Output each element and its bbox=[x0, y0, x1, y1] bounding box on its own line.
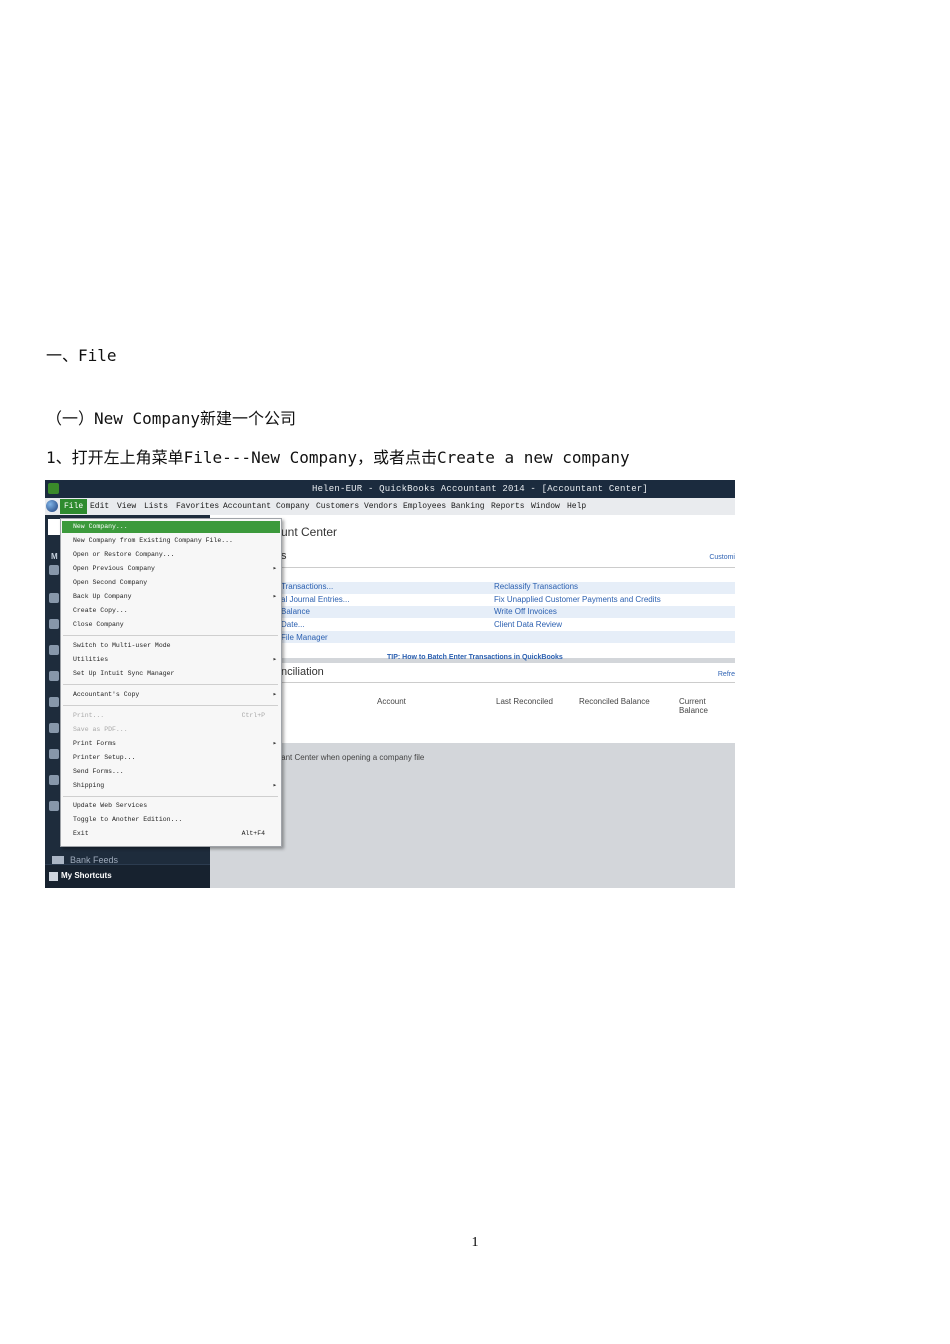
menu-utilities[interactable]: Utilities bbox=[73, 656, 108, 663]
menu-open-second[interactable]: Open Second Company bbox=[73, 579, 147, 586]
menu-accountants-copy[interactable]: Accountant's Copy bbox=[73, 691, 139, 698]
menu-reports[interactable]: Reports bbox=[491, 502, 525, 511]
window-title: Helen-EUR - QuickBooks Accountant 2014 -… bbox=[311, 484, 649, 494]
col-account: Account bbox=[377, 697, 406, 706]
my-shortcuts-bar[interactable]: My Shortcuts bbox=[45, 864, 210, 888]
menu-send-forms[interactable]: Send Forms... bbox=[73, 768, 124, 775]
menu-accountant[interactable]: Accountant bbox=[223, 502, 271, 511]
menu-customers[interactable]: Customers bbox=[316, 502, 359, 511]
menu-shipping[interactable]: Shipping bbox=[73, 782, 104, 789]
menu-separator bbox=[63, 635, 278, 636]
menu-switch-multiuser[interactable]: Switch to Multi-user Mode bbox=[73, 642, 171, 649]
submenu-arrow-icon: ▸ bbox=[272, 565, 277, 573]
menu-favorites[interactable]: Favorites bbox=[176, 502, 219, 511]
menu-close-company[interactable]: Close Company bbox=[73, 621, 124, 628]
menu-create-copy[interactable]: Create Copy... bbox=[73, 607, 128, 614]
docs-icon[interactable] bbox=[49, 723, 59, 733]
menu-new-company-from-existing[interactable]: New Company from Existing Company File..… bbox=[73, 537, 233, 544]
tool-link[interactable]: Transactions... bbox=[281, 582, 333, 591]
submenu-arrow-icon: ▸ bbox=[272, 740, 277, 748]
startup-option-text: untant Center when opening a company fil… bbox=[270, 753, 425, 762]
menu-exit[interactable]: Exit bbox=[73, 830, 89, 837]
shortcuts-icon bbox=[49, 872, 58, 881]
exit-shortcut: Alt+F4 bbox=[241, 830, 265, 837]
search-box[interactable] bbox=[48, 519, 60, 535]
menu-help[interactable]: Help bbox=[567, 502, 586, 511]
tip-link[interactable]: TIP: How to Batch Enter Transactions in … bbox=[387, 654, 563, 661]
menu-view[interactable]: View bbox=[117, 502, 136, 511]
menu-toggle-edition[interactable]: Toggle to Another Edition... bbox=[73, 816, 182, 823]
menu-separator bbox=[63, 796, 278, 797]
vendors-icon[interactable] bbox=[49, 671, 59, 681]
menu-printer-setup[interactable]: Printer Setup... bbox=[73, 754, 135, 761]
customers-icon[interactable] bbox=[49, 645, 59, 655]
menu-window[interactable]: Window bbox=[531, 502, 560, 511]
menu-open-restore[interactable]: Open or Restore Company... bbox=[73, 551, 174, 558]
snapshot-icon[interactable] bbox=[49, 619, 59, 629]
section-heading: 一、File bbox=[46, 346, 117, 365]
page-number: 1 bbox=[471, 1235, 479, 1250]
menu-lists[interactable]: Lists bbox=[144, 502, 168, 511]
accountant-center: unt Center s Customi Transactions... al … bbox=[210, 515, 735, 888]
col-last-reconciled: Last Reconciled bbox=[496, 697, 553, 706]
menu-save-pdf: Save as PDF... bbox=[73, 726, 128, 733]
apps-icon[interactable] bbox=[49, 775, 59, 785]
tool-link[interactable]: Fix Unapplied Customer Payments and Cred… bbox=[494, 595, 661, 604]
print-shortcut: Ctrl+P bbox=[241, 712, 265, 719]
calendar-icon[interactable] bbox=[49, 593, 59, 603]
menu-banking[interactable]: Banking bbox=[451, 502, 485, 511]
file-menu-dropdown: New Company... New Company from Existing… bbox=[60, 518, 282, 847]
window-title-bar: Helen-EUR - QuickBooks Accountant 2014 -… bbox=[45, 480, 735, 498]
refresh-link[interactable]: Refre bbox=[718, 671, 735, 678]
submenu-arrow-icon: ▸ bbox=[272, 593, 277, 601]
tool-link[interactable]: Client Data Review bbox=[494, 620, 562, 629]
tool-link[interactable]: Write Off Invoices bbox=[494, 607, 557, 616]
menu-company[interactable]: Company bbox=[276, 502, 310, 511]
tool-link[interactable]: Reclassify Transactions bbox=[494, 582, 578, 591]
menu-separator bbox=[63, 705, 278, 706]
menu-update-web-services[interactable]: Update Web Services bbox=[73, 802, 147, 809]
employees-icon[interactable] bbox=[49, 697, 59, 707]
my-shortcuts-label: My Shortcuts bbox=[61, 871, 112, 880]
menu-new-company[interactable]: New Company... bbox=[62, 521, 280, 533]
tool-link[interactable]: File Manager bbox=[281, 633, 328, 642]
menu-edit[interactable]: Edit bbox=[90, 502, 109, 511]
subsection-heading: （一）New Company新建一个公司 bbox=[46, 409, 296, 428]
reports-icon[interactable] bbox=[49, 749, 59, 759]
col-current-balance: Current Balance bbox=[679, 697, 708, 715]
submenu-arrow-icon: ▸ bbox=[272, 691, 277, 699]
menu-sync-manager[interactable]: Set Up Intuit Sync Manager bbox=[73, 670, 174, 677]
globe-icon bbox=[46, 500, 58, 512]
menu-bar: File Edit View Lists Favorites Accountan… bbox=[45, 498, 735, 516]
services-icon[interactable] bbox=[49, 801, 59, 811]
menu-employees[interactable]: Employees bbox=[403, 502, 446, 511]
reconciliation-header: nciliation bbox=[281, 666, 324, 678]
home-icon[interactable] bbox=[49, 565, 59, 575]
menu-file[interactable]: File bbox=[60, 499, 88, 514]
tool-link[interactable]: al Journal Entries... bbox=[281, 595, 349, 604]
center-header: unt Center bbox=[210, 515, 735, 546]
center-title: unt Center bbox=[281, 525, 338, 539]
menu-back-up[interactable]: Back Up Company bbox=[73, 593, 132, 600]
col-reconciled-balance: Reconciled Balance bbox=[579, 697, 650, 706]
menu-print: Print... bbox=[73, 712, 105, 719]
menu-print-forms[interactable]: Print Forms bbox=[73, 740, 116, 747]
tools-panel: s Customi Transactions... al Journal Ent… bbox=[210, 545, 735, 661]
step-text: 1、打开左上角菜单File---New Company，或者点击Create a… bbox=[46, 448, 630, 467]
tool-link[interactable]: Date... bbox=[281, 620, 305, 629]
menu-separator bbox=[63, 684, 278, 685]
submenu-arrow-icon: ▸ bbox=[272, 782, 277, 790]
reconciliation-panel: nciliation Refre Account Last Reconciled… bbox=[210, 663, 735, 743]
customize-link[interactable]: Customi bbox=[709, 554, 735, 561]
tool-link[interactable]: Balance bbox=[281, 607, 310, 616]
sidebar-letter: M bbox=[51, 552, 58, 561]
submenu-arrow-icon: ▸ bbox=[272, 656, 277, 664]
menu-vendors[interactable]: Vendors bbox=[364, 502, 398, 511]
menu-open-previous[interactable]: Open Previous Company bbox=[73, 565, 155, 572]
